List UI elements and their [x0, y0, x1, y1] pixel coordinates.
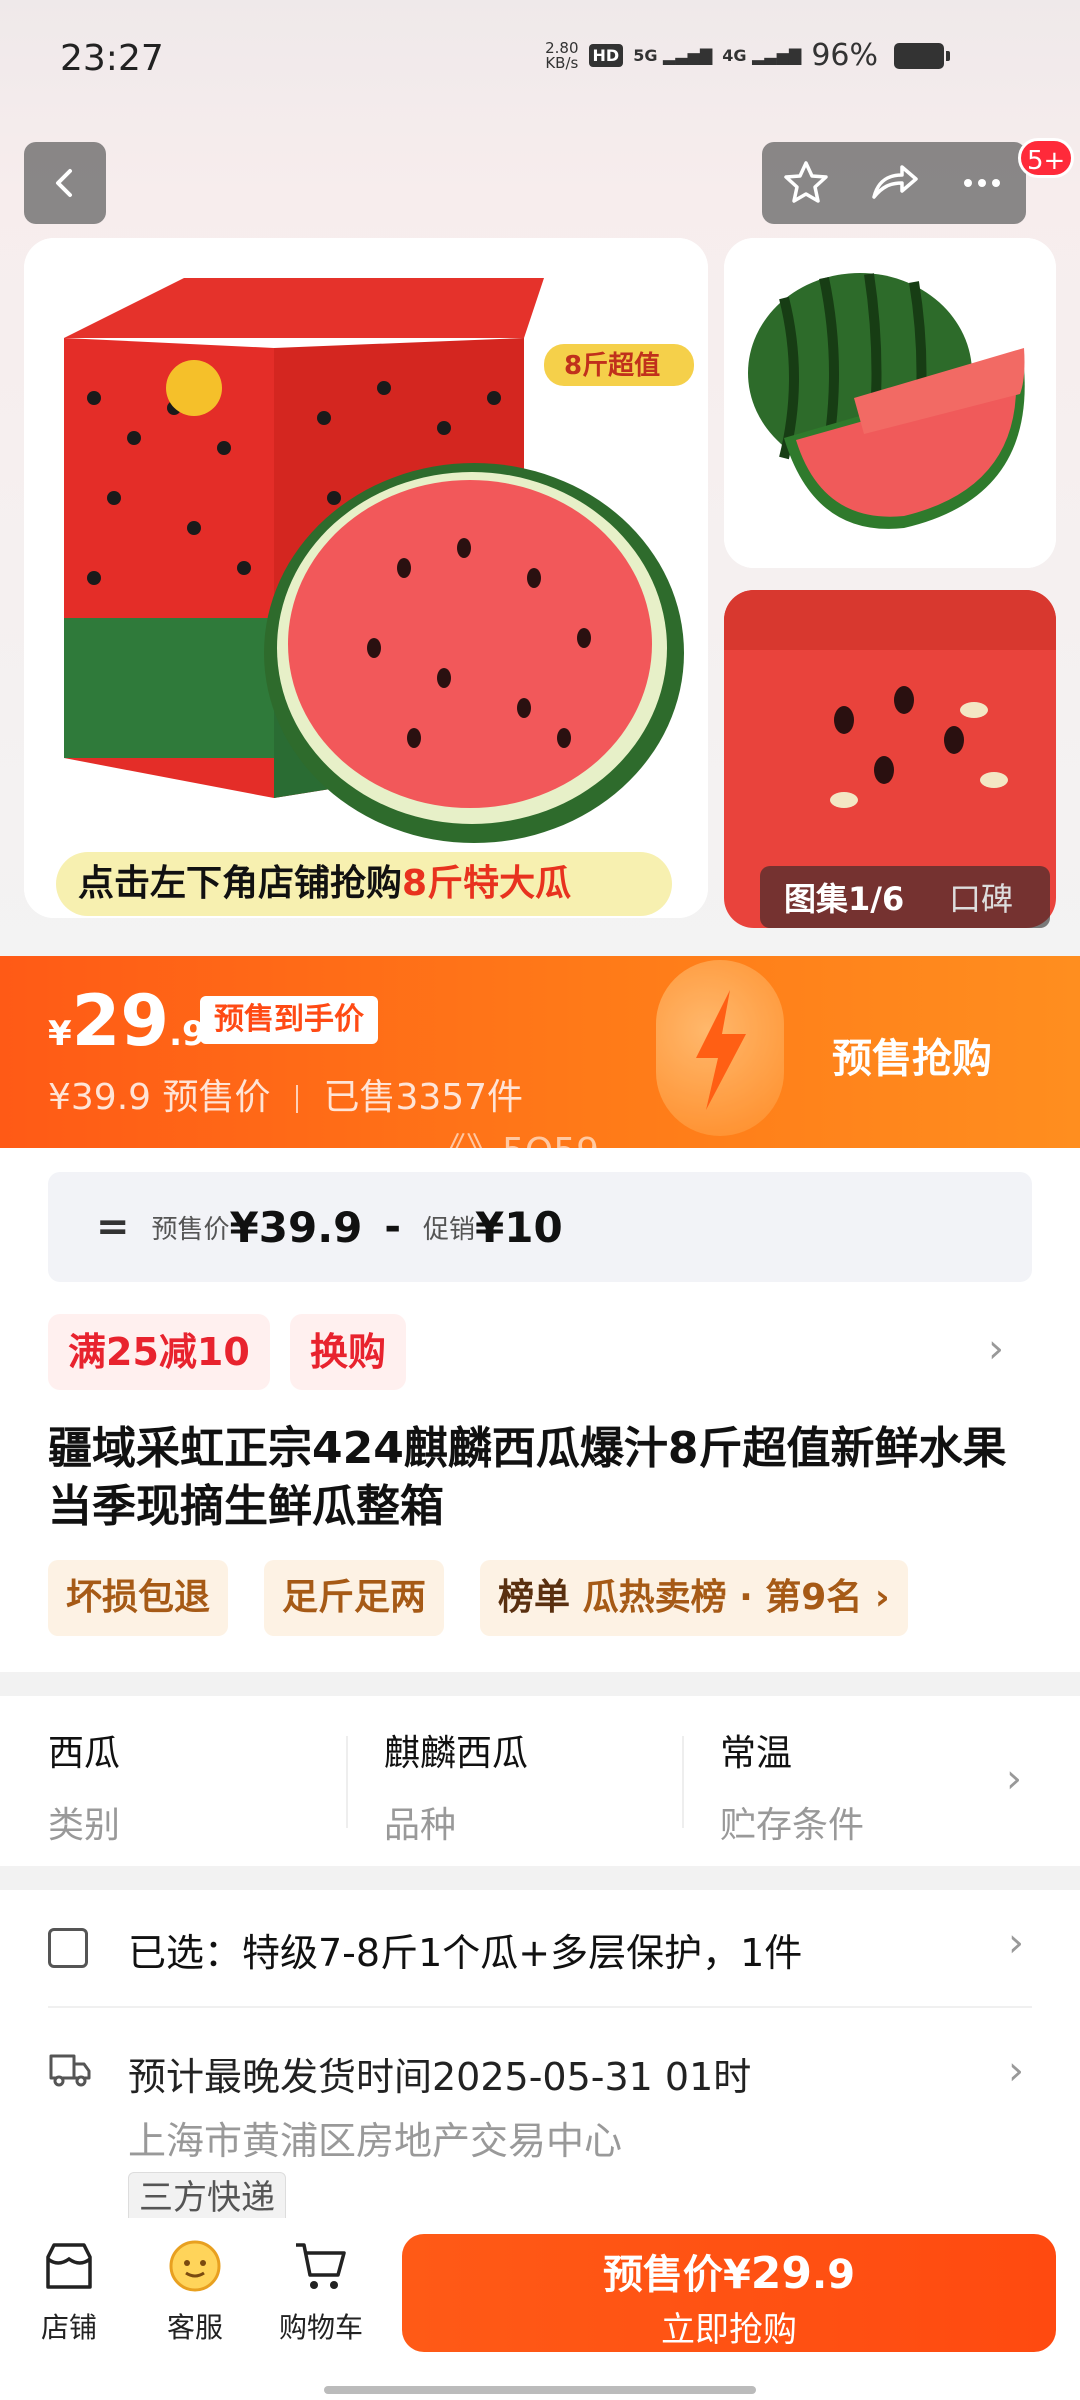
- store-icon: [46, 2243, 92, 2289]
- box-tag-text: 8斤超值: [564, 351, 660, 381]
- chevron-left-icon: [56, 169, 72, 197]
- store-button[interactable]: 店铺: [14, 2236, 124, 2346]
- ranking-tag[interactable]: 榜单 瓜热卖榜 · 第9名 ›: [480, 1560, 908, 1636]
- divider: [682, 1736, 684, 1828]
- top-actions: [762, 142, 1026, 224]
- home-indicator[interactable]: [324, 2386, 756, 2394]
- divider: [295, 1085, 298, 1113]
- lightning-icon: [656, 960, 784, 1136]
- customer-service-button[interactable]: 客服: [140, 2236, 250, 2346]
- service-icon: [169, 2240, 221, 2292]
- main-product-image[interactable]: 8斤超值: [24, 238, 708, 918]
- status-time: 23:27: [60, 38, 164, 79]
- feature-tag-return: 坏损包退: [48, 1560, 229, 1636]
- divider: [48, 2006, 1032, 2008]
- cart-button[interactable]: 购物车: [266, 2236, 376, 2346]
- price-subline: ¥39.9 预售价 已售3357件: [48, 1077, 524, 1118]
- watermelon-whole-illustration: [724, 238, 1056, 568]
- message-badge: 5+: [1018, 138, 1075, 178]
- presale-price: ¥ 29 .9: [48, 980, 206, 1062]
- buy-now-button[interactable]: 预售价¥29.9 立即抢购: [402, 2234, 1056, 2352]
- hd-icon: HD: [588, 44, 624, 67]
- thumbnail-image-1[interactable]: [724, 238, 1056, 568]
- battery-text: 96%: [811, 38, 878, 73]
- checklist-icon: [48, 1928, 88, 1968]
- gallery-counter[interactable]: 图集1/6 口碑: [760, 866, 1050, 928]
- signal-4g-icon: 4G ▂▃▅▇: [722, 46, 802, 65]
- shipping-address: 上海市黄浦区房地产交易中心: [128, 2119, 623, 2163]
- coupon-discount[interactable]: 满25减10: [48, 1314, 270, 1390]
- signal-5g-icon: 5G ▂▃▅▇: [633, 46, 713, 65]
- feature-tag-weight: 足斤足两: [264, 1560, 445, 1636]
- attribute-storage: 常温 贮存条件: [720, 1733, 865, 1846]
- coupon-exchange[interactable]: 换购: [290, 1314, 407, 1390]
- attribute-category: 西瓜 类别: [48, 1733, 121, 1846]
- back-button[interactable]: [24, 142, 106, 224]
- reviews-link[interactable]: 口碑: [935, 874, 1013, 920]
- chevron-right-icon: ›: [874, 1577, 890, 1618]
- chevron-right-icon[interactable]: ›: [1008, 2048, 1024, 2094]
- cart-icon: [296, 2243, 346, 2289]
- watermelon-box-illustration: 8斤超值: [24, 238, 708, 918]
- status-bar-right: 2.80 KB/s HD 5G ▂▃▅▇ 4G ▂▃▅▇ 96%: [545, 38, 950, 73]
- shipping-time[interactable]: 预计最晚发货时间2025-05-31 01时: [128, 2046, 751, 2101]
- star-icon[interactable]: [780, 157, 832, 209]
- product-title: 疆域采虹正宗424麒麟西瓜爆汁8斤超值新鲜水果当季现摘生鲜瓜整箱: [48, 1423, 1007, 1532]
- battery-icon: [894, 42, 950, 69]
- more-icon[interactable]: [956, 157, 1008, 209]
- price-formula: = 预售价 ¥39.9 - 促销 ¥10: [48, 1172, 1032, 1282]
- attribute-variety: 麒麟西瓜 品种: [384, 1733, 529, 1846]
- original-price: ¥39.9: [48, 1077, 152, 1118]
- chevron-right-icon[interactable]: ›: [1008, 1920, 1024, 1966]
- truck-icon: [49, 2054, 91, 2087]
- courier-tag: 三方快递: [128, 2172, 286, 2224]
- chevron-right-icon[interactable]: ›: [988, 1326, 1004, 1372]
- attributes-panel[interactable]: [0, 1696, 1080, 1866]
- share-icon[interactable]: [868, 157, 920, 209]
- presale-grab-button[interactable]: 预售抢购: [832, 1026, 992, 1084]
- chevron-right-icon[interactable]: ›: [1006, 1756, 1022, 1802]
- divider: [346, 1736, 348, 1828]
- network-speed: 2.80 KB/s: [545, 38, 579, 72]
- selected-sku[interactable]: 已选：特级7-8斤1个瓜+多层保护，1件: [128, 1922, 802, 1977]
- promo-strip: 点击左下角店铺抢购8斤特大瓜: [56, 852, 672, 916]
- sold-count: 已售3357件: [323, 1077, 524, 1118]
- presale-price-tag: 预售到手价: [200, 996, 378, 1044]
